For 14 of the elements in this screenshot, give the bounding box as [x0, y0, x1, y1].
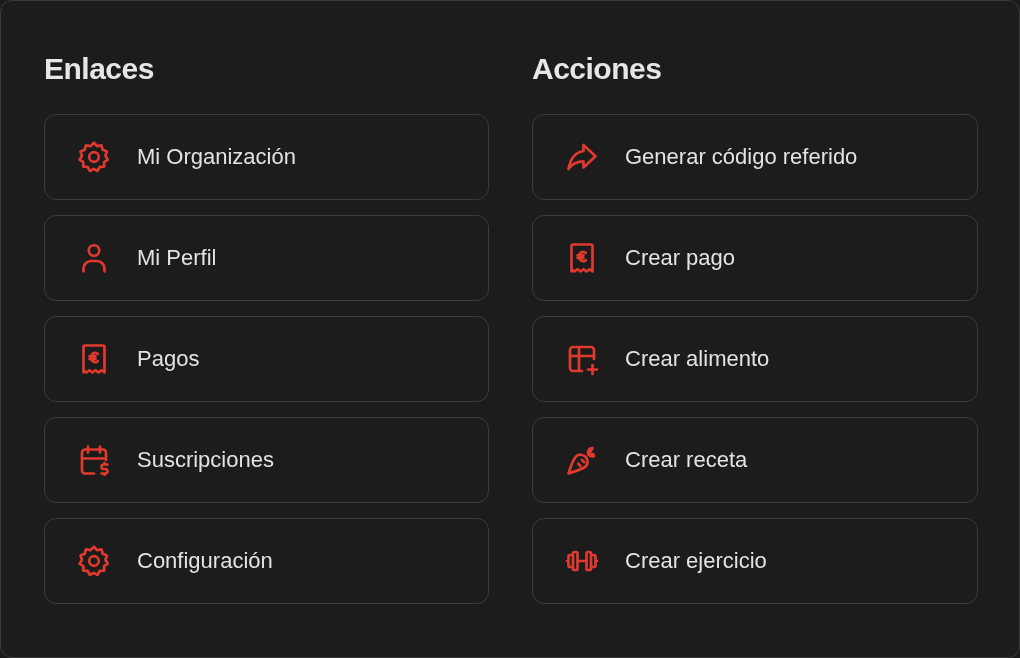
link-card[interactable]: Configuración [44, 518, 489, 604]
section-heading: Enlaces [44, 51, 155, 87]
gear-icon [76, 543, 112, 579]
gear-icon [76, 139, 112, 175]
link-card[interactable]: Crear alimento [532, 316, 978, 402]
link-card[interactable]: Generar código referido [532, 114, 978, 200]
link-card[interactable]: Crear ejercicio [532, 518, 978, 604]
section-heading: Acciones [532, 51, 663, 87]
link-card[interactable]: Crear receta [532, 417, 978, 503]
link-card[interactable]: Pagos [44, 316, 489, 402]
link-card[interactable]: Mi Perfil [44, 215, 489, 301]
link-card[interactable]: Suscripciones [44, 417, 489, 503]
link-card[interactable]: Mi Organización [44, 114, 489, 200]
link-card[interactable]: Crear pago [532, 215, 978, 301]
